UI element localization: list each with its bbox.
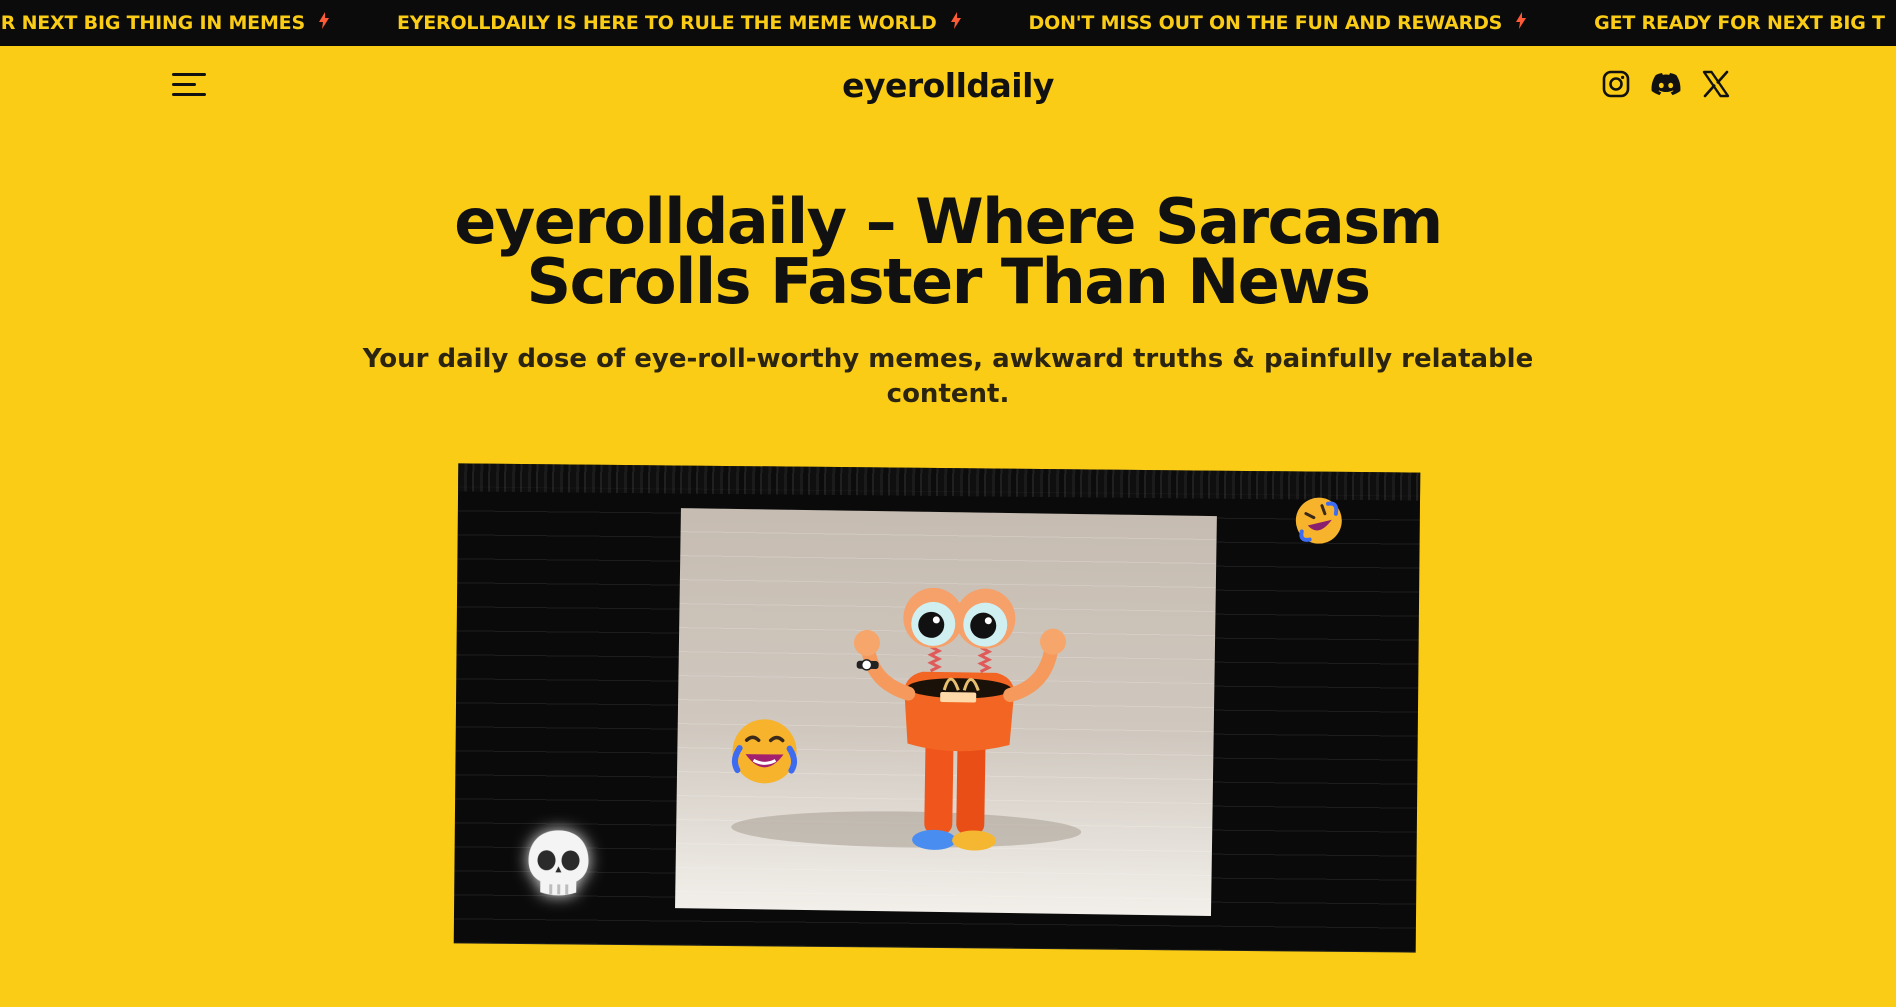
ticker-item-text: DON'T MISS OUT ON THE FUN AND REWARDS (1028, 12, 1503, 34)
ticker-item-text: FOR NEXT BIG THING IN MEMES (0, 12, 305, 34)
static-noise-strip (458, 463, 1421, 501)
site-header: eyerolldaily (0, 46, 1896, 126)
hero-title-brand-text: eyerolldaily (454, 185, 847, 258)
rolling-on-floor-laughing-emoji (1294, 495, 1344, 545)
instagram-icon[interactable] (1601, 68, 1631, 100)
ticker-item: EYEROLLDAILY IS HERE TO RULE THE MEME WO… (397, 12, 961, 34)
site-logo-text: eyerolldaily (842, 66, 1054, 105)
skull-emoji (522, 826, 595, 901)
x-twitter-icon[interactable] (1701, 68, 1731, 100)
ticker-item-text: GET READY FOR NEXT BIG T (1594, 12, 1885, 34)
hero-title-brand: eyerolldaily (454, 191, 847, 253)
eyeball-character-illustration (731, 587, 1082, 851)
announcement-ticker: FOR NEXT BIG THING IN MEMES EYEROLLDAILY… (0, 0, 1896, 46)
lightning-bolt-icon (950, 12, 961, 34)
hero-video-frame (675, 508, 1217, 917)
lightning-bolt-icon (1516, 12, 1527, 34)
ticker-item: DON'T MISS OUT ON THE FUN AND REWARDS (1029, 12, 1527, 34)
hero-subtitle: Your daily dose of eye-roll-worthy memes… (362, 344, 1534, 409)
lightning-bolt-icon (318, 12, 329, 34)
hero-title: eyerolldaily – Where Sarcasm Scrolls Fas… (0, 191, 1896, 313)
discord-icon[interactable] (1651, 68, 1681, 100)
social-links (1601, 68, 1731, 100)
ticker-track: FOR NEXT BIG THING IN MEMES EYEROLLDAILY… (0, 0, 1896, 46)
ticker-item: FOR NEXT BIG THING IN MEMES (0, 12, 329, 34)
hero-media-card (453, 463, 1421, 953)
ticker-item: GET READY FOR NEXT BIG T (1594, 12, 1885, 34)
face-with-tears-of-joy-emoji (729, 716, 800, 787)
ticker-item-text: EYEROLLDAILY IS HERE TO RULE THE MEME WO… (396, 12, 937, 34)
